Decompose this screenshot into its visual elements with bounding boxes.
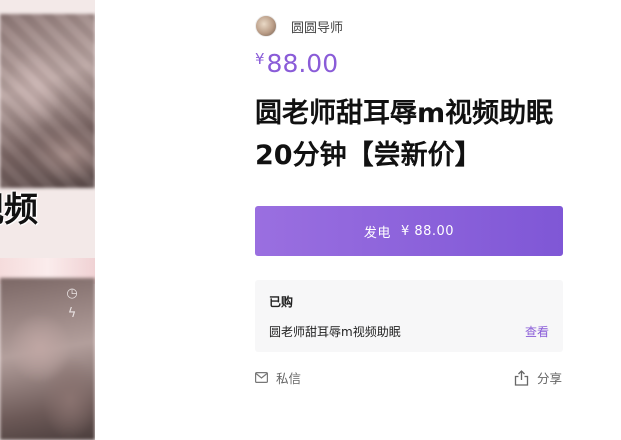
buy-button-price: ¥ 88.00	[400, 223, 455, 239]
buy-button[interactable]: 发电 ¥ 88.00	[255, 206, 563, 256]
product-cover-image[interactable]: 视频 ◷ ϟ	[0, 0, 95, 440]
currency-symbol: ¥	[255, 50, 265, 68]
mail-icon	[255, 372, 268, 383]
author-name[interactable]: 圆圆导师	[291, 17, 343, 36]
flash-icon: ϟ	[67, 306, 77, 321]
clock-icon: ◷	[66, 286, 78, 301]
product-price: ¥88.00	[255, 49, 338, 78]
price-value: 88.00	[266, 49, 339, 78]
view-purchased-link[interactable]: 查看	[525, 323, 549, 340]
message-label: 私信	[276, 371, 302, 386]
product-title: 圆老师甜耳辱m视频助眠20分钟【尝新价】	[255, 98, 554, 171]
purchased-label: 已购	[269, 295, 294, 309]
share-button[interactable]: 分享	[514, 368, 562, 387]
purchased-item-title: 圆老师甜耳辱m视频助眠	[269, 325, 401, 339]
share-icon	[514, 369, 529, 386]
purchased-section: 已购 圆老师甜耳辱m视频助眠 查看	[255, 280, 563, 352]
author-row[interactable]: 圆圆导师	[255, 15, 343, 37]
cover-overlay-icons: ◷ ϟ	[62, 284, 82, 328]
message-button[interactable]: 私信	[255, 368, 301, 387]
cover-caption: 视频	[0, 190, 38, 230]
buy-button-label: 发电	[363, 225, 391, 241]
share-label: 分享	[537, 371, 563, 386]
cover-photo-top	[0, 14, 95, 188]
avatar[interactable]	[255, 15, 277, 37]
product-page: 视频 ◷ ϟ 圆圆导师 ¥88.00 圆老师甜耳辱m视频助眠20分钟【尝新价】 …	[0, 0, 621, 440]
